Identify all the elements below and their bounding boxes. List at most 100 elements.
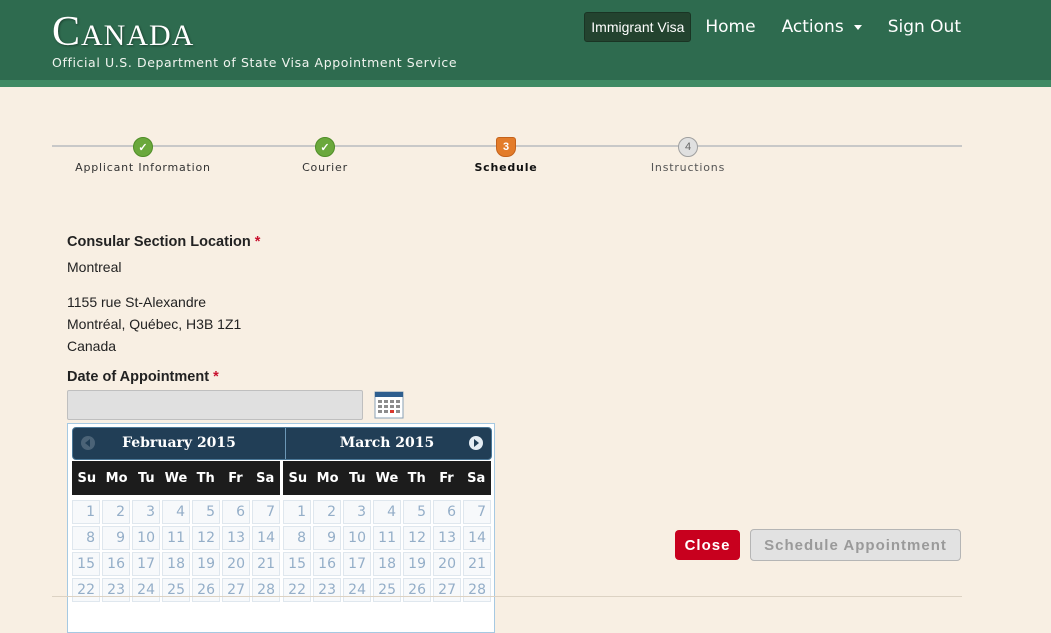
calendar-day: 27 [222,578,250,602]
caret-down-icon [853,24,862,30]
calendar-day: 26 [403,578,431,602]
day-grid: 1 2 3 4 5 6 7 8 9 10 11 12 13 14 15 16 17 18 19 20 21 22 23 24 2… [283,500,491,602]
header-stripe [0,80,1051,87]
calendar-day: 16 [102,552,130,576]
required-mark: * [254,234,261,250]
calendar-day: 6 [222,500,250,524]
site-header: CANADA Official U.S. Department of State… [0,0,1051,80]
footer-divider [52,596,962,597]
calendar-day: 18 [162,552,190,576]
nav-home[interactable]: Home [705,17,755,37]
calendar-day: 21 [463,552,491,576]
weekday-label: Mo [316,470,339,486]
step-label: Instructions [650,161,726,174]
calendar-day: 23 [102,578,130,602]
calendar-day: 15 [283,552,311,576]
nav-sign-out[interactable]: Sign Out [888,17,961,37]
nav-actions[interactable]: Actions [782,17,862,37]
calendar-day: 11 [162,526,190,550]
site-subtitle: Official U.S. Department of State Visa A… [52,55,458,70]
calendar-day: 7 [463,500,491,524]
nav-actions-label: Actions [781,17,844,37]
calendar-day: 19 [192,552,220,576]
step-courier: ✓ Courier [235,137,415,174]
calendar-day: 5 [403,500,431,524]
weekday-label: Mo [105,470,128,486]
calendar-day: 8 [283,526,311,550]
month-grid-march: Su Mo Tu We Th Fr Sa 1 2 3 4 5 6 7 8 9 10 11 12 13 14 15 16 17… [283,461,491,602]
appointment-date-input[interactable] [67,390,363,420]
checkmark-icon: ✓ [315,137,335,157]
brand-initial: C [52,9,82,55]
step-label: Courier [302,161,348,174]
calendar-day: 16 [313,552,341,576]
calendar-day: 3 [132,500,160,524]
calendar-day: 4 [373,500,401,524]
calendar-day: 25 [162,578,190,602]
calendar-day: 17 [343,552,371,576]
calendar-day: 22 [283,578,311,602]
weekday-header: Su Mo Tu We Th Fr Sa [283,461,491,495]
calendar-day: 27 [433,578,461,602]
brand-logo[interactable]: CANADA [52,8,194,56]
calendar-day: 8 [72,526,100,550]
calendar-day: 1 [72,500,100,524]
weekday-label: Sa [467,470,486,486]
location-value: Montreal [67,259,122,275]
address-line-2: Montréal, Québec, H3B 1Z1 [67,316,242,332]
month-grid-february: Su Mo Tu We Th Fr Sa 1 2 3 4 5 6 7 8 9 10 11 12 13 14 15 16 17… [72,461,280,602]
weekday-label: Tu [137,470,155,486]
step-number-icon: 4 [678,137,698,157]
calendar-day: 6 [433,500,461,524]
address-line-3: Canada [67,338,117,354]
weekday-label: Fr [439,470,454,486]
calendar-day: 23 [313,578,341,602]
calendar-day: 13 [222,526,250,550]
weekday-label: Su [77,470,97,486]
calendar-day: 17 [132,552,160,576]
weekday-label: We [164,470,188,486]
day-grid: 1 2 3 4 5 6 7 8 9 10 11 12 13 14 15 16 17 18 19 20 21 22 23 24 2… [72,500,280,602]
calendar-day: 13 [433,526,461,550]
date-label-text: Date of Appointment [67,369,210,385]
calendar-day: 24 [343,578,371,602]
calendar-day: 3 [343,500,371,524]
calendar-day: 20 [433,552,461,576]
month-divider [285,428,286,459]
checkmark-icon: ✓ [133,137,153,157]
address-line-1: 1155 rue St-Alexandre [67,294,207,310]
calendar-day: 10 [132,526,160,550]
calendar-day: 28 [463,578,491,602]
schedule-appointment-button[interactable]: Schedule Appointment [750,529,961,561]
weekday-label: Fr [228,470,243,486]
next-month-button[interactable] [469,436,483,450]
calendar-day: 18 [373,552,401,576]
calendar-day: 7 [252,500,280,524]
calendar-day: 12 [403,526,431,550]
weekday-label: Th [407,470,426,486]
calendar-day: 22 [72,578,100,602]
calendar-day: 2 [313,500,341,524]
step-label: Applicant Information [75,161,211,174]
calendar-day: 4 [162,500,190,524]
step-schedule: 3 Schedule [416,137,596,174]
weekday-header: Su Mo Tu We Th Fr Sa [72,461,280,495]
month-title-february: February 2015 [122,435,236,451]
calendar-day: 2 [102,500,130,524]
close-button[interactable]: Close [675,530,740,560]
month-title-march: March 2015 [339,435,435,451]
calendar-day: 24 [132,578,160,602]
arrow-right-icon [474,439,479,447]
weekday-label: Tu [348,470,366,486]
calendar-day: 26 [192,578,220,602]
datepicker-header: February 2015 March 2015 [72,427,492,460]
main-nav: Immigrant Visa Home Actions Sign Out [584,12,961,42]
calendar-day: 15 [72,552,100,576]
calendar-day: 21 [252,552,280,576]
calendar-day: 9 [313,526,341,550]
calendar-day: 20 [222,552,250,576]
location-label-text: Consular Section Location [67,234,251,250]
calendar-icon[interactable] [374,391,404,419]
calendar-day: 11 [373,526,401,550]
weekday-label: We [375,470,399,486]
